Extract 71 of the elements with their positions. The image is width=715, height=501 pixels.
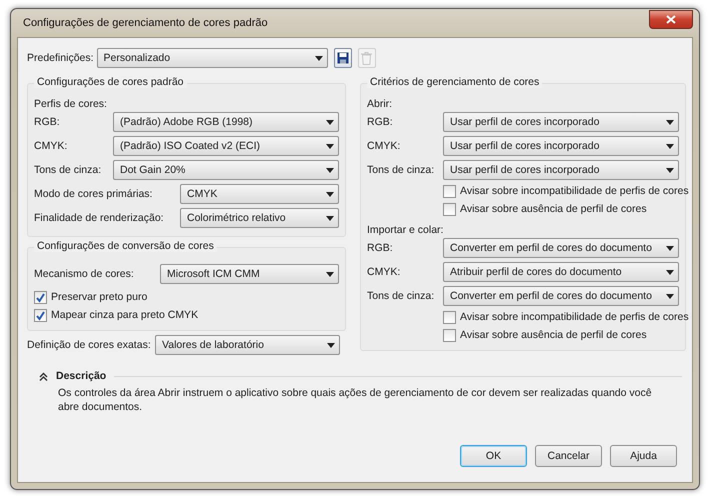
dropdown[interactable]: (Padrão) Adobe RGB (1998) xyxy=(113,112,339,132)
field-label: Tons de cinza: xyxy=(367,164,436,176)
checkbox-label: Avisar sobre incompatibilidade de perfis de cores xyxy=(460,185,689,197)
dropdown[interactable]: Colorimétrico relativo xyxy=(180,208,339,228)
dropdown[interactable]: CMYK xyxy=(180,184,339,204)
dropdown[interactable]: (Padrão) ISO Coated v2 (ECI) xyxy=(113,136,339,156)
dropdown[interactable]: Valores de laboratório xyxy=(155,335,340,355)
caret-icon xyxy=(326,120,334,124)
window-title: Configurações de gerenciamento de cores padrão xyxy=(23,17,268,29)
checkbox[interactable] xyxy=(443,184,456,198)
caret-icon xyxy=(666,144,674,148)
dropdown[interactable]: Personalizado xyxy=(96,48,328,68)
dropdown[interactable]: Dot Gain 20% xyxy=(113,160,339,180)
field-label: Predefinições: xyxy=(27,52,94,64)
caret-icon xyxy=(326,144,334,148)
group-title: Configurações de cores padrão xyxy=(34,76,187,88)
save-button[interactable] xyxy=(334,48,352,68)
field-label: Tons de cinza: xyxy=(34,164,102,176)
dropdown[interactable]: Microsoft ICM CMM xyxy=(160,264,339,284)
caret-icon xyxy=(327,342,335,348)
caret-icon xyxy=(314,56,323,60)
close-button[interactable] xyxy=(649,10,693,28)
checkbox-label: Avisar sobre ausência de perfil de cores xyxy=(460,203,647,215)
checkbox[interactable] xyxy=(443,328,456,342)
caret-icon xyxy=(666,246,674,250)
caret-icon xyxy=(326,216,334,220)
group-title: Configurações de conversão de cores xyxy=(34,240,217,252)
checkbox-label: Preservar preto puro xyxy=(51,291,148,303)
field-label: Finalidade de renderização: xyxy=(34,212,165,224)
caret-icon xyxy=(666,294,674,298)
section-label: Perfis de cores: xyxy=(34,98,107,110)
group-title: Critérios de gerenciamento de cores xyxy=(367,76,542,88)
caret-icon xyxy=(326,168,334,172)
field-label: CMYK: xyxy=(34,140,68,152)
checkbox-label: Avisar sobre ausência de perfil de cores xyxy=(460,329,647,341)
field-label: CMYK: xyxy=(367,266,402,278)
field-label: Mecanismo de cores: xyxy=(34,268,135,280)
dropdown[interactable]: Usar perfil de cores incorporado xyxy=(443,136,679,156)
dropdown[interactable]: Usar perfil de cores incorporado xyxy=(443,160,679,180)
field-label: RGB: xyxy=(367,116,394,128)
caret-icon xyxy=(666,120,674,124)
section-title: Descrição xyxy=(56,370,106,382)
checkbox[interactable] xyxy=(34,290,47,304)
field-label: CMYK: xyxy=(367,140,402,152)
section-label: Importar e colar: xyxy=(367,224,444,236)
description-text: Os controles da área Abrir instruem o aplicativo sobre quais ações de gerenciamento de cor devem ser realizadas quando você abre documentos. xyxy=(57,386,653,414)
close-icon xyxy=(666,14,676,24)
caret-icon xyxy=(326,192,334,196)
checkbox-label: Mapear cinza para preto CMYK xyxy=(51,309,198,321)
dropdown[interactable]: Converter em perfil de cores do documento xyxy=(443,286,679,306)
checkbox-label: Avisar sobre incompatibilidade de perfis de cores xyxy=(460,311,689,323)
dialog-button[interactable]: Ajuda xyxy=(610,445,677,467)
dropdown[interactable]: Usar perfil de cores incorporado xyxy=(443,112,679,132)
field-label: Modo de cores primárias: xyxy=(34,188,154,200)
checkbox[interactable] xyxy=(443,310,456,324)
dropdown[interactable]: Atribuir perfil de cores do documento xyxy=(443,262,679,282)
caret-icon xyxy=(326,272,334,276)
caret-icon xyxy=(666,270,674,274)
field-label: RGB: xyxy=(367,242,394,254)
trash-icon xyxy=(361,52,372,64)
field-label: RGB: xyxy=(34,116,61,128)
dialog-button[interactable]: Cancelar xyxy=(535,445,602,467)
section-label: Abrir: xyxy=(367,98,392,110)
dropdown[interactable]: Converter em perfil de cores do documento xyxy=(443,238,679,258)
field-label: Definição de cores exatas: xyxy=(27,339,151,351)
checkbox[interactable] xyxy=(443,202,456,216)
caret-icon xyxy=(666,168,674,172)
collapse-icon[interactable] xyxy=(39,372,48,380)
dialog-button[interactable]: OK xyxy=(460,445,527,467)
checkbox[interactable] xyxy=(34,308,47,322)
field-label: Tons de cinza: xyxy=(367,290,436,302)
